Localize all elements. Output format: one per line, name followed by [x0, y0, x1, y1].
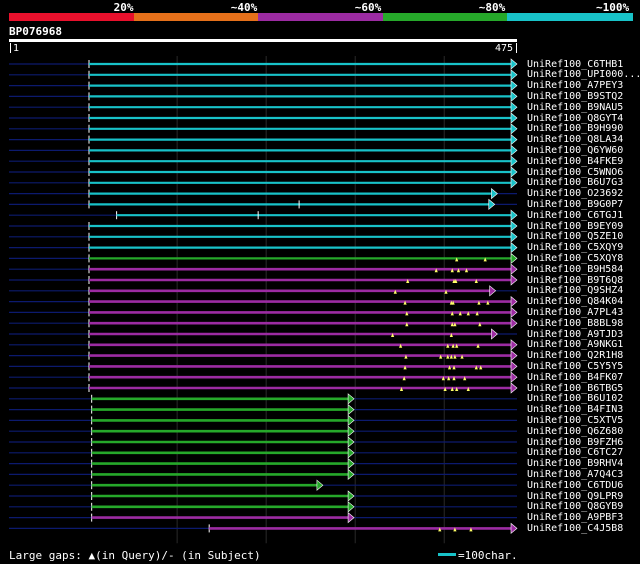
- hit-arrow: [347, 403, 355, 416]
- hit-name-link[interactable]: UniRef100_B9T6Q8: [527, 275, 623, 286]
- hit-name-link[interactable]: UniRef100_B9STQ2: [527, 91, 623, 102]
- hit-arrow: [510, 220, 518, 232]
- hit-arrow: [510, 155, 518, 167]
- hit-arrow: [347, 457, 355, 470]
- hit-arrow: [347, 468, 355, 481]
- hit-name-link[interactable]: UniRef100_Q8LA34: [527, 134, 623, 145]
- hit-arrow: [510, 317, 518, 329]
- hit-name-link[interactable]: UniRef100_B9G0P7: [527, 199, 623, 210]
- hit-name-link[interactable]: UniRef100_B4FIN3: [527, 404, 623, 415]
- hit-arrow: [510, 123, 518, 135]
- hit-arrow: [510, 166, 518, 178]
- hit-name-link[interactable]: UniRef100_C5XTV5: [527, 415, 623, 426]
- hit-arrow: [510, 231, 518, 243]
- hit-arrow: [347, 511, 355, 524]
- hit-name-link[interactable]: UniRef100_O23692: [527, 188, 623, 199]
- hit-name-link[interactable]: UniRef100_C5XQY9: [527, 242, 623, 253]
- hit-name-link[interactable]: UniRef100_A9TJD3: [527, 329, 623, 340]
- hit-name-link[interactable]: UniRef100_A7PEY3: [527, 80, 623, 91]
- hit-arrow: [510, 58, 518, 70]
- hit-name-link[interactable]: UniRef100_B4FK07: [527, 372, 623, 383]
- hit-arrow: [510, 349, 518, 362]
- hit-name-link[interactable]: UniRef100_C5WNO6: [527, 167, 623, 178]
- hit-arrow: [510, 295, 518, 308]
- hit-arrow: [510, 522, 518, 535]
- hit-arrow: [510, 69, 518, 81]
- scale-legend-swatch: [438, 553, 456, 556]
- query-start-label: 1: [13, 43, 19, 54]
- hit-name-link[interactable]: UniRef100_B8BL98: [527, 318, 623, 329]
- hit-name-link[interactable]: UniRef100_C4J5B8: [527, 523, 623, 534]
- hit-arrow: [347, 436, 355, 448]
- hit-name-link[interactable]: UniRef100_A7Q4C3: [527, 469, 623, 480]
- hit-name-link[interactable]: UniRef100_Q8GYB9: [527, 501, 623, 512]
- hit-arrow: [347, 393, 355, 405]
- hit-arrow: [510, 241, 518, 254]
- hit-arrow: [510, 79, 518, 92]
- hit-name-link[interactable]: UniRef100_A9NKG1: [527, 339, 623, 350]
- hit-arrow: [510, 209, 518, 221]
- hit-arrow: [510, 360, 518, 373]
- hit-name-link[interactable]: UniRef100_Q9SHZ4: [527, 285, 623, 296]
- hit-name-link[interactable]: UniRef100_B6U102: [527, 393, 623, 404]
- hit-arrow: [510, 101, 518, 113]
- hit-arrow: [489, 285, 497, 297]
- hit-name-link[interactable]: UniRef100_C5XQY8: [527, 253, 623, 264]
- hit-arrow: [347, 447, 355, 459]
- hit-arrow: [510, 112, 518, 124]
- query-end-label: 475: [495, 43, 513, 54]
- blast-alignment-view: 20% ~40% ~60% ~80% ~100% BP076968 1 475 UniRe…: [0, 0, 640, 564]
- hit-name-link[interactable]: UniRef100_Q2R1H8: [527, 350, 623, 361]
- hit-name-link[interactable]: UniRef100_A7PL43: [527, 307, 623, 318]
- hit-name-link[interactable]: UniRef100_B9FZH6: [527, 437, 623, 448]
- hit-arrow: [510, 371, 518, 383]
- hit-arrow: [316, 479, 324, 491]
- hit-arrow: [510, 144, 518, 157]
- hit-arrow: [510, 252, 518, 265]
- hit-arrow: [510, 274, 518, 286]
- hit-arrow: [491, 328, 498, 340]
- hit-name-link[interactable]: UniRef100_Q84K04: [527, 296, 623, 307]
- hit-name-link[interactable]: UniRef100_Q8GYT4: [527, 113, 623, 124]
- hit-arrow: [510, 306, 518, 319]
- hit-arrow: [347, 414, 355, 427]
- hit-name-link[interactable]: UniRef100_C6THB1: [527, 59, 623, 70]
- hit-arrow: [510, 263, 518, 275]
- hit-name-link[interactable]: UniRef100_A9PBF3: [527, 512, 623, 523]
- hit-name-link[interactable]: UniRef100_B9NAU5: [527, 102, 623, 113]
- hit-arrow: [510, 382, 518, 394]
- hit-name-link[interactable]: UniRef100_Q9LPR9: [527, 491, 623, 502]
- hit-arrow: [510, 177, 518, 189]
- hit-arrow: [510, 133, 518, 146]
- hit-name-link[interactable]: UniRef100_B9RHV4: [527, 458, 623, 469]
- hit-name-link[interactable]: UniRef100_C5Y5Y5: [527, 361, 623, 372]
- hit-name-link[interactable]: UniRef100_UPI000...: [527, 69, 640, 80]
- hit-arrow: [510, 339, 518, 351]
- hit-name-link[interactable]: UniRef100_B9H990: [527, 123, 623, 134]
- gap-legend: Large gaps: ▲(in Query)/- (in Subject): [9, 549, 261, 562]
- hit-arrow: [488, 198, 496, 211]
- scale-legend: =100char.: [458, 549, 518, 562]
- hit-name-link[interactable]: UniRef100_B9H584: [527, 264, 623, 275]
- hit-name-link[interactable]: UniRef100_C6TC27: [527, 447, 623, 458]
- hit-name-link[interactable]: UniRef100_B6U7G3: [527, 177, 623, 188]
- hit-name-link[interactable]: UniRef100_B9EY09: [527, 221, 623, 232]
- hit-name-link[interactable]: UniRef100_Q6Z680: [527, 426, 623, 437]
- hit-arrow: [510, 90, 518, 103]
- hit-name-link[interactable]: UniRef100_Q5ZE10: [527, 231, 623, 242]
- hit-name-link[interactable]: UniRef100_B6TBG5: [527, 383, 623, 394]
- hit-arrow: [347, 501, 355, 513]
- hit-arrow: [491, 187, 498, 200]
- hit-name-link[interactable]: UniRef100_C6TGJ1: [527, 210, 623, 221]
- hit-name-link[interactable]: UniRef100_Q6YW60: [527, 145, 623, 156]
- hit-name-link[interactable]: UniRef100_C6TDU6: [527, 480, 623, 491]
- hit-name-link[interactable]: UniRef100_B4FKE9: [527, 156, 623, 167]
- hit-arrow: [347, 490, 355, 502]
- hit-arrow: [347, 425, 355, 437]
